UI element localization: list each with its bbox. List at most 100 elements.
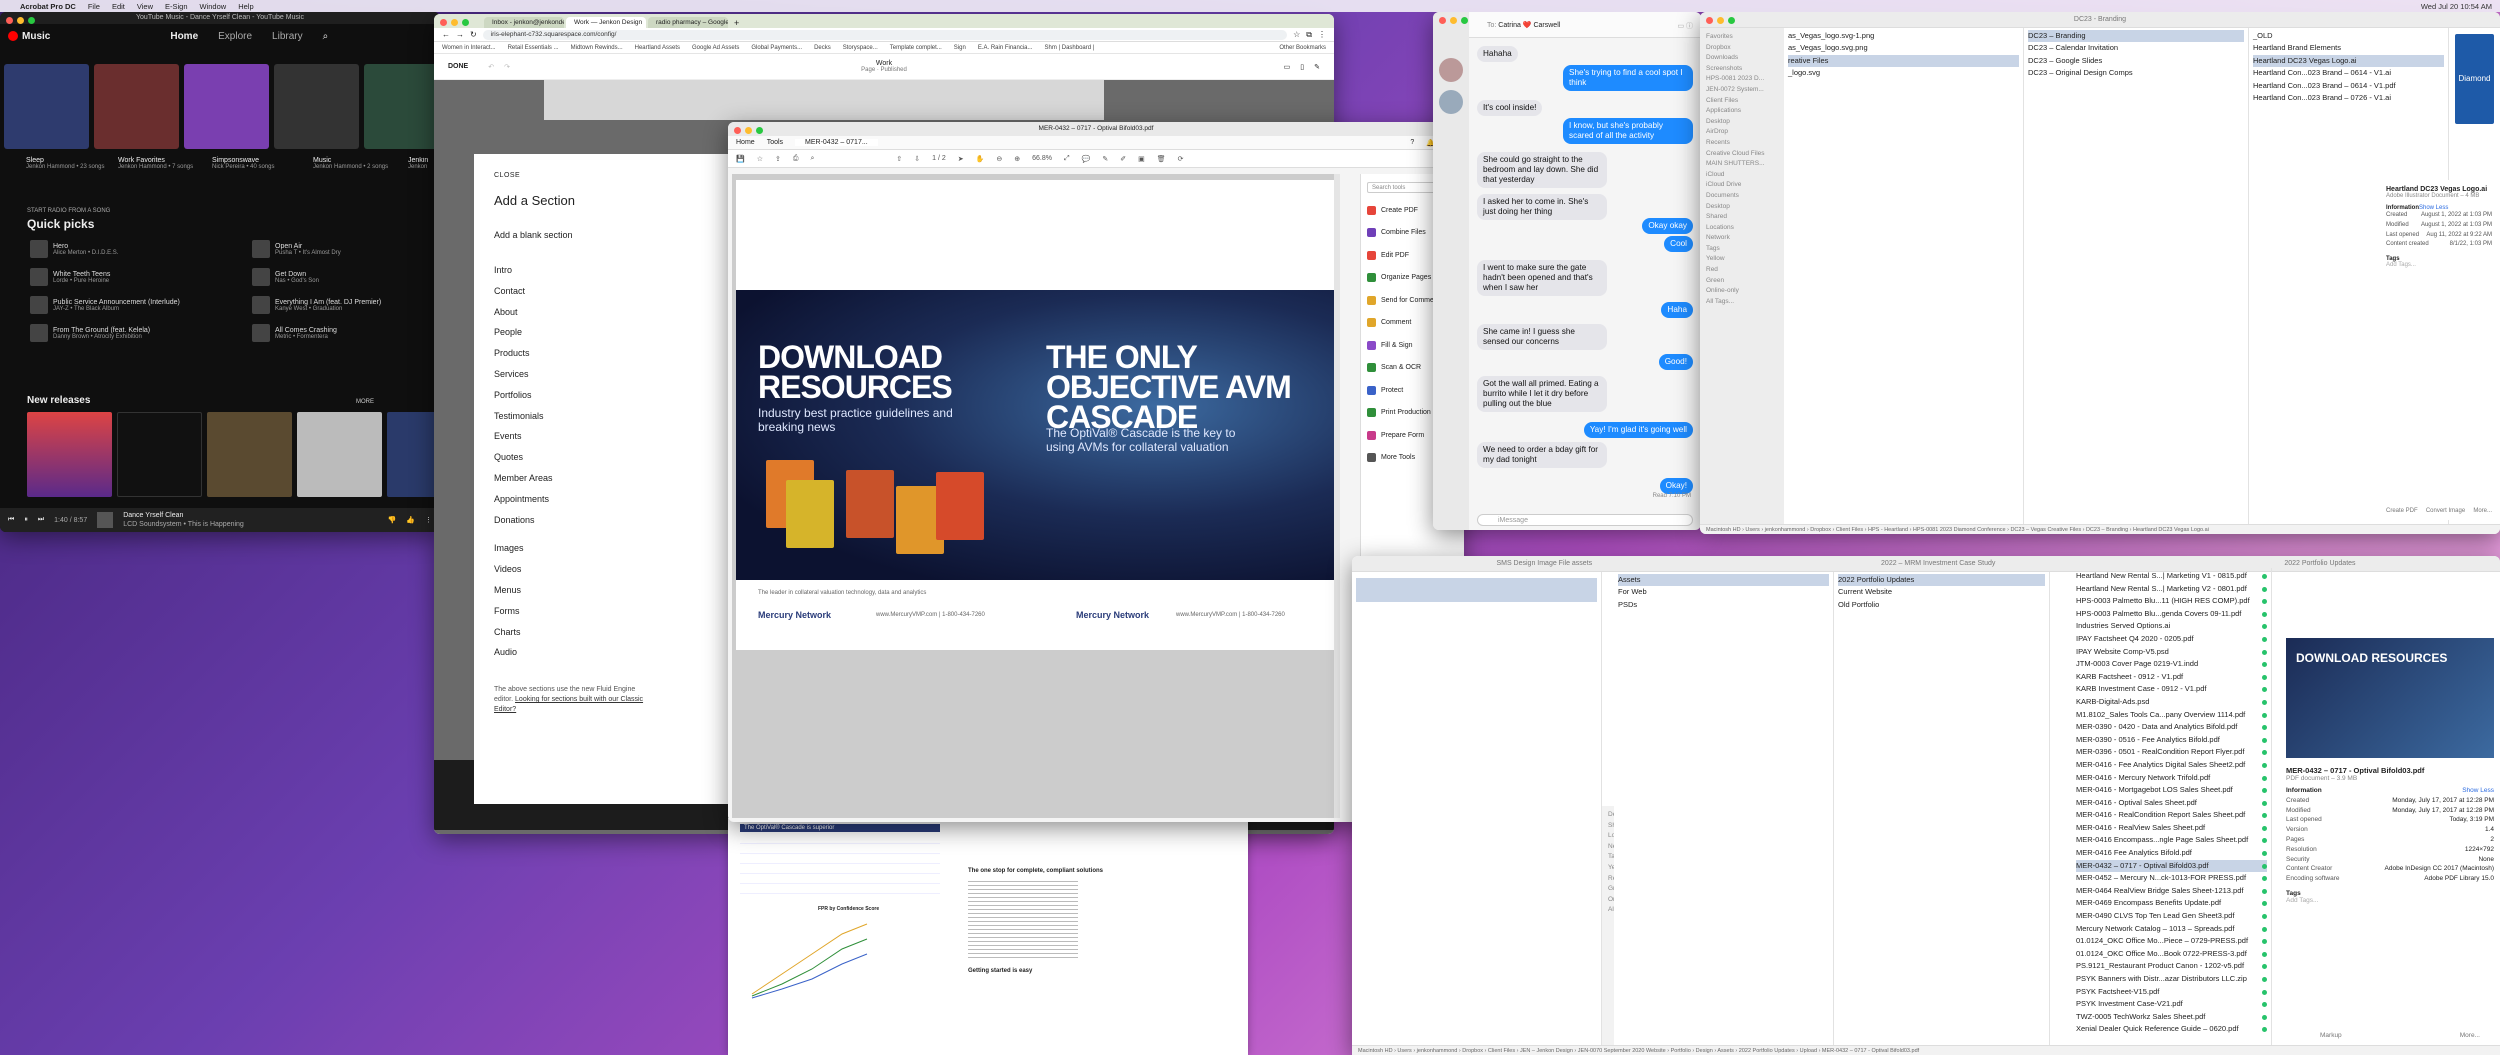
file-row[interactable]: MER-0490 CLVS Top Ten Lead Gen Sheet3.pd… [2076, 910, 2267, 923]
select-icon[interactable]: ➤ [958, 155, 964, 163]
album-cover[interactable] [387, 412, 437, 497]
sidebar-item[interactable]: Dropbox [1706, 43, 1778, 54]
more-action[interactable]: More... [2460, 1032, 2480, 1039]
file-row[interactable]: Heartland New Rental S...| Marketing V2 … [2076, 583, 2267, 596]
sidebar-item[interactable]: MAIN SHUTTERS... [1706, 159, 1778, 170]
sidebar-item[interactable]: Online-only [1706, 286, 1778, 297]
previous-icon[interactable]: ⏮ [8, 516, 14, 524]
new-tab-icon[interactable]: + [730, 18, 743, 28]
comment-icon[interactable]: 💬 [1082, 155, 1091, 163]
sidebar-item[interactable]: Tags [1706, 244, 1778, 255]
extensions-icon[interactable]: ⧉ [1306, 30, 1312, 40]
tools-tab[interactable]: Tools [767, 139, 783, 146]
menu-esign[interactable]: E-Sign [165, 2, 188, 11]
message-input[interactable]: iMessage [1477, 514, 1693, 526]
ytm-logo[interactable]: Music [8, 31, 50, 42]
file-row[interactable]: PSYK Banners with Distr...azar Distribut… [2076, 973, 2267, 986]
sidebar-item[interactable]: Recents [1706, 138, 1778, 149]
folder-row[interactable]: PSDs [1618, 599, 1829, 611]
hand-icon[interactable]: ✋ [976, 155, 985, 163]
menu-file[interactable]: File [88, 2, 100, 11]
zoom-button[interactable] [28, 17, 35, 24]
file-row[interactable]: MER-0464 RealView Bridge Sales Sheet-121… [2076, 885, 2267, 898]
more-button[interactable]: MORE [356, 399, 374, 405]
file-row[interactable]: MER-0416 - Mercury Network Trifold.pdf [2076, 772, 2267, 785]
zoom-out-icon[interactable]: ⊖ [996, 155, 1002, 163]
add-tags-input[interactable]: Add Tags... [2386, 262, 2492, 268]
bookmark[interactable]: Google Ad Assets [692, 45, 739, 51]
file-row[interactable]: Heartland Con...023 Brand – 0614 - V1.pd… [2253, 80, 2444, 92]
sidebar-item[interactable]: AirDrop [1706, 127, 1778, 138]
folder-row[interactable]: For Web [1618, 586, 1829, 598]
list-item[interactable]: From The Ground (feat. Kelela) Danny Brow… [30, 324, 230, 342]
file-row[interactable]: MER-0396 - 0501 - RealCondition Report F… [2076, 746, 2267, 759]
file-row[interactable]: MER-0416 Fee Analytics Bifold.pdf [2076, 847, 2267, 860]
folder-row[interactable] [1356, 590, 1597, 602]
bookmark[interactable]: Sign [954, 45, 966, 51]
file-row[interactable]: Mercury Network Catalog – 1013 – Spreads… [2076, 923, 2267, 936]
help-icon[interactable]: ? [1410, 139, 1414, 146]
sidebar-item[interactable]: Applications [1706, 106, 1778, 117]
contact-name[interactable]: Catrina ❤️ Carswell [1498, 22, 1560, 29]
close-button[interactable] [440, 19, 447, 26]
list-item[interactable]: Open Air Pusha T • It's Almost Dry [252, 240, 440, 258]
home-tab[interactable]: Home [736, 139, 755, 146]
zoom-button[interactable] [756, 127, 763, 134]
fit-page-icon[interactable]: ⤢ [1064, 155, 1070, 163]
delete-icon[interactable]: 🗑 [1157, 155, 1166, 163]
file-row[interactable]: Heartland New Rental S...| Marketing V1 … [2076, 570, 2267, 583]
create-pdf-action[interactable]: Create PDF [2386, 508, 2418, 514]
pen-icon[interactable]: ✎ [1102, 155, 1108, 163]
sidebar-item[interactable]: Shared [1706, 212, 1778, 223]
reload-icon[interactable]: ↻ [470, 30, 477, 39]
classic-editor-link[interactable]: Looking for sections built with our Clas… [494, 696, 643, 713]
url-input[interactable]: iris-elephant-c732.squarespace.com/confi… [482, 29, 1288, 40]
chrome-menu-icon[interactable]: ⋮ [1318, 30, 1326, 39]
zoom-button[interactable] [1728, 17, 1735, 24]
sidebar-item[interactable]: Client Files [1706, 96, 1778, 107]
other-bookmarks[interactable]: Other Bookmarks [1279, 45, 1326, 51]
path-bar[interactable]: Macintosh HD › Users › jenkonhammond › D… [1700, 524, 2500, 534]
file-row[interactable]: KARB-Digital-Ads.psd [2076, 696, 2267, 709]
file-row[interactable]: MER-0416 Encompass...ngle Page Sales She… [2076, 834, 2267, 847]
page-down-icon[interactable]: ⇩ [914, 155, 920, 163]
show-less-link[interactable]: Show Less [2462, 786, 2494, 796]
folder-row[interactable]: DC23 – Google Slides [2028, 55, 2244, 67]
page-up-icon[interactable]: ⇧ [896, 155, 902, 163]
sidebar-item[interactable]: All Tags... [1706, 297, 1778, 308]
file-row[interactable]: MER-0416 - RealView Sales Sheet.pdf [2076, 822, 2267, 835]
star-icon[interactable]: ☆ [757, 155, 763, 163]
folder-row[interactable]: Heartland Brand Elements [2253, 42, 2444, 54]
more-icon[interactable]: ⋮ [425, 516, 432, 524]
file-row[interactable]: TWZ-0005 TechWorkz Sales Sheet.pdf [2076, 1011, 2267, 1024]
more-action[interactable]: More... [2473, 508, 2492, 514]
sidebar-item[interactable]: Favorites [1706, 32, 1778, 43]
sidebar-item[interactable]: Green [1706, 276, 1778, 287]
save-icon[interactable]: 💾 [736, 155, 745, 163]
zoom-in-icon[interactable]: ⊕ [1014, 155, 1020, 163]
file-row[interactable]: Industries Served Options.ai [2076, 620, 2267, 633]
list-item[interactable]: Public Service Announcement (Interlude) J… [30, 296, 230, 314]
find-icon[interactable]: ⌕ [810, 155, 814, 163]
bookmark[interactable]: Retail Essentials ... [508, 45, 559, 51]
document-view[interactable]: DOWNLOAD RESOURCES Industry best practic… [732, 174, 1340, 818]
file-row[interactable]: MER-0469 Encompass Benefits Update.pdf [2076, 897, 2267, 910]
file-row[interactable]: as_Vegas_logo.svg.png [1788, 42, 2019, 54]
minimize-button[interactable] [1450, 17, 1457, 24]
mix-tile[interactable] [184, 64, 269, 149]
sidebar-item[interactable]: Creative Cloud Files [1706, 149, 1778, 160]
file-row[interactable]: reative Files [1788, 54, 2019, 68]
nav-explore[interactable]: Explore [218, 31, 252, 42]
like-icon[interactable]: 👍 [406, 516, 415, 524]
file-row[interactable]: PSYK Factsheet-V15.pdf [2076, 986, 2267, 999]
zoom-button[interactable] [1461, 17, 1468, 24]
add-tags-input[interactable]: Add Tags... [2286, 897, 2494, 904]
close-button[interactable] [734, 127, 741, 134]
folder-row[interactable] [1356, 578, 1597, 590]
bookmark[interactable]: Storyspace... [843, 45, 878, 51]
sidebar-item[interactable]: Yellow [1706, 254, 1778, 265]
folder-row[interactable]: DC23 – Branding [2028, 30, 2244, 43]
sidebar-item[interactable]: Documents [1706, 191, 1778, 202]
tab-search[interactable]: radio pharmacy – Google Search [648, 17, 728, 28]
dislike-icon[interactable]: 👎 [388, 516, 397, 524]
